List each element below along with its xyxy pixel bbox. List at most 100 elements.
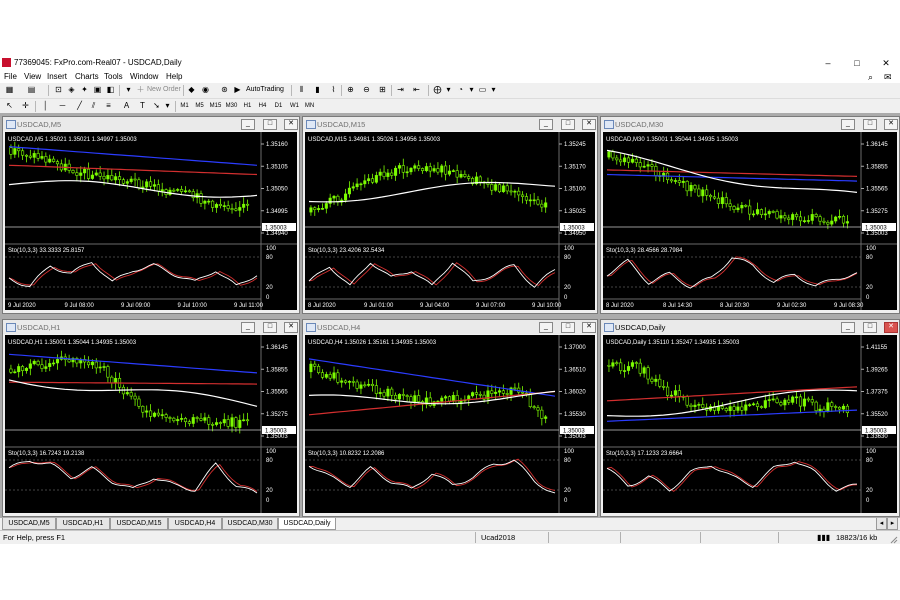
chart-maximize-button[interactable]: □ [263, 322, 277, 333]
trendline-icon[interactable]: ╱ [74, 100, 85, 112]
chart-tab[interactable]: USDCAD,M5 [2, 518, 56, 530]
menu-window[interactable]: Window [130, 72, 158, 81]
minimize-button[interactable]: – [818, 56, 838, 70]
chart-window-titlebar[interactable]: USDCAD,H1 _ □ ✕ [3, 320, 299, 334]
timeframe-h1[interactable]: H1 [241, 100, 254, 112]
close-button[interactable]: ✕ [876, 56, 896, 70]
periods-icon[interactable]: ◔ [455, 84, 466, 96]
timeframe-h4[interactable]: H4 [256, 100, 269, 112]
chart-window-titlebar[interactable]: USDCAD,H4 _ □ ✕ [303, 320, 597, 334]
timeframe-mn[interactable]: MN [303, 100, 316, 112]
templates-icon[interactable]: ▭ [477, 84, 488, 96]
chart-close-button[interactable]: ✕ [582, 119, 596, 130]
chart-shift-icon[interactable]: ⇤ [411, 84, 422, 96]
arrow-tool-icon[interactable]: ➘ [151, 100, 162, 112]
chart-close-button[interactable]: ✕ [284, 119, 298, 130]
data-window-icon[interactable]: ◈ [66, 84, 77, 96]
chart-maximize-button[interactable]: □ [863, 322, 877, 333]
metaeditor-icon[interactable]: ◆ [186, 84, 197, 96]
chart-minimize-button[interactable]: _ [241, 322, 255, 333]
menu-tools[interactable]: Tools [104, 72, 123, 81]
timeframe-m1[interactable]: M1 [178, 100, 191, 112]
new-order-icon[interactable]: ＋ [135, 84, 146, 96]
chart-window-titlebar[interactable]: USDCAD,M30 _ □ ✕ [601, 117, 899, 131]
maximize-button[interactable]: □ [847, 56, 867, 70]
profiles-icon[interactable]: ▤ [26, 84, 37, 96]
candlestick-icon[interactable]: ▮ [312, 84, 323, 96]
zoom-in-icon[interactable]: ⊕ [345, 84, 356, 96]
chart-window-titlebar[interactable]: USDCAD,M15 _ □ ✕ [303, 117, 597, 131]
timeframe-d1[interactable]: D1 [272, 100, 285, 112]
tab-scroll-left-icon[interactable]: ◂ [876, 518, 887, 530]
search-icon[interactable]: ⌕ [868, 72, 873, 83]
cursor-icon[interactable]: ↖ [4, 100, 15, 112]
chart-tab[interactable]: USDCAD,Daily [278, 518, 336, 530]
chart-window-titlebar[interactable]: USDCAD,Daily _ □ ✕ [601, 320, 899, 334]
timeframe-m30[interactable]: M30 [225, 100, 238, 112]
chat-icon[interactable]: ✉ [884, 72, 892, 83]
chart-close-button[interactable]: ✕ [884, 322, 898, 333]
dropdown-arrow-icon[interactable]: ▾ [443, 84, 454, 96]
bar-chart-icon[interactable]: ⫴ [296, 84, 307, 96]
chart-window[interactable]: USDCAD,M15 _ □ ✕ USDCAD,M15 1.34981 1.35026 … [302, 116, 598, 314]
menu-insert[interactable]: Insert [47, 72, 67, 81]
timeframe-w1[interactable]: W1 [288, 100, 301, 112]
channel-icon[interactable]: ⫽ [88, 100, 99, 112]
new-chart-icon[interactable]: ▦ [4, 84, 15, 96]
chart-minimize-button[interactable]: _ [841, 119, 855, 130]
market-watch-icon[interactable]: ⊡ [53, 84, 64, 96]
dropdown-arrow-icon[interactable]: ▾ [123, 84, 134, 96]
chart-window[interactable]: USDCAD,M5 _ □ ✕ USDCAD,M5 1.35021 1.35021 1.… [2, 116, 300, 314]
navigator-icon[interactable]: ✦ [79, 84, 90, 96]
horizontal-line-icon[interactable]: ─ [57, 100, 68, 112]
chart-tab[interactable]: USDCAD,H4 [168, 518, 222, 530]
chart-maximize-button[interactable]: □ [863, 119, 877, 130]
fibonacci-icon[interactable]: ≡ [103, 100, 114, 112]
tab-scroll-right-icon[interactable]: ▸ [887, 518, 898, 530]
timeframe-m5[interactable]: M5 [193, 100, 206, 112]
signals-icon[interactable]: ◉ [200, 84, 211, 96]
tile-windows-icon[interactable]: ⊞ [377, 84, 388, 96]
dropdown-arrow-icon[interactable]: ▾ [488, 84, 499, 96]
menu-charts[interactable]: Charts [75, 72, 99, 81]
price-chart[interactable]: USDCAD,M5 1.35021 1.35021 1.34997 1.3500… [5, 132, 297, 310]
autotrading-icon[interactable]: ⊛ [219, 84, 230, 96]
chart-tab[interactable]: USDCAD,M30 [222, 518, 278, 530]
vertical-line-icon[interactable]: │ [40, 100, 51, 112]
text-label-icon[interactable]: T [137, 100, 148, 112]
menu-help[interactable]: Help [166, 72, 182, 81]
autotrading-play-icon[interactable]: ▶ [232, 84, 243, 96]
chart-tab[interactable]: USDCAD,H1 [56, 518, 110, 530]
price-chart[interactable]: USDCAD,H1 1.35001 1.35044 1.34935 1.3500… [5, 335, 297, 513]
price-chart[interactable]: USDCAD,M15 1.34981 1.35026 1.34956 1.350… [305, 132, 595, 310]
chart-close-button[interactable]: ✕ [284, 322, 298, 333]
dropdown-arrow-icon[interactable]: ▾ [162, 100, 173, 112]
price-chart[interactable]: USDCAD,H4 1.35026 1.35161 1.34935 1.3500… [305, 335, 595, 513]
chart-window[interactable]: USDCAD,Daily _ □ ✕ USDCAD,Daily 1.35110 1.35… [600, 319, 900, 517]
chart-tab[interactable]: USDCAD,M15 [110, 518, 168, 530]
menu-view[interactable]: View [24, 72, 41, 81]
chart-minimize-button[interactable]: _ [539, 119, 553, 130]
chart-close-button[interactable]: ✕ [582, 322, 596, 333]
price-chart[interactable]: USDCAD,Daily 1.35110 1.35247 1.34935 1.3… [603, 335, 897, 513]
chart-maximize-button[interactable]: □ [263, 119, 277, 130]
menu-file[interactable]: File [4, 72, 17, 81]
autotrading-button[interactable]: AutoTrading [246, 84, 284, 96]
timeframe-m15[interactable]: M15 [209, 100, 222, 112]
resize-grip-icon[interactable] [890, 536, 898, 544]
price-chart[interactable]: USDCAD,M30 1.35001 1.35044 1.34935 1.350… [603, 132, 897, 310]
chart-window[interactable]: USDCAD,H4 _ □ ✕ USDCAD,H4 1.35026 1.35161 1.… [302, 319, 598, 517]
chart-maximize-button[interactable]: □ [561, 322, 575, 333]
line-chart-icon[interactable]: ⌇ [328, 84, 339, 96]
crosshair-icon[interactable]: ✛ [20, 100, 31, 112]
zoom-out-icon[interactable]: ⊖ [361, 84, 372, 96]
auto-scroll-icon[interactable]: ⇥ [395, 84, 406, 96]
chart-minimize-button[interactable]: _ [539, 322, 553, 333]
dropdown-arrow-icon[interactable]: ▾ [466, 84, 477, 96]
terminal-icon[interactable]: ▣ [92, 84, 103, 96]
chart-minimize-button[interactable]: _ [241, 119, 255, 130]
chart-minimize-button[interactable]: _ [841, 322, 855, 333]
chart-window-titlebar[interactable]: USDCAD,M5 _ □ ✕ [3, 117, 299, 131]
chart-close-button[interactable]: ✕ [884, 119, 898, 130]
text-tool-icon[interactable]: A [121, 100, 132, 112]
